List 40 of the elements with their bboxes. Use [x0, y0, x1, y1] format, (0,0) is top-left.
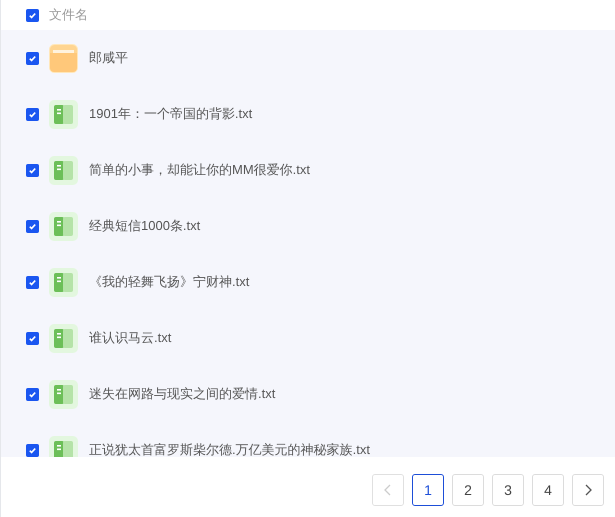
page-button[interactable]: 1	[412, 474, 444, 506]
chevron-left-icon	[383, 484, 393, 496]
page-button[interactable]: 3	[492, 474, 524, 506]
check-icon	[28, 390, 37, 398]
file-name[interactable]: 1901年：一个帝国的背影.txt	[89, 104, 252, 124]
page-button[interactable]: 2	[452, 474, 484, 506]
book-icon	[49, 268, 78, 296]
checkbox[interactable]	[26, 108, 39, 120]
book-icon	[49, 156, 78, 184]
file-name[interactable]: 《我的轻舞飞扬》宁财神.txt	[89, 272, 250, 292]
check-icon	[28, 278, 37, 286]
checkbox[interactable]	[26, 276, 39, 288]
file-name[interactable]: 郎咸平	[89, 48, 128, 68]
column-header: 文件名	[49, 6, 88, 24]
checkbox[interactable]	[26, 220, 39, 232]
file-name[interactable]: 经典短信1000条.txt	[89, 216, 200, 236]
file-name[interactable]: 谁认识马云.txt	[89, 328, 172, 348]
book-icon	[49, 324, 78, 352]
checkbox[interactable]	[26, 388, 39, 400]
file-name[interactable]: 正说犹太首富罗斯柴尔德.万亿美元的神秘家族.txt	[89, 440, 370, 457]
book-icon	[49, 100, 78, 128]
checkbox[interactable]	[26, 332, 39, 344]
checkbox[interactable]	[26, 444, 39, 456]
check-icon	[28, 54, 37, 62]
file-name[interactable]: 迷失在网路与现实之间的爱情.txt	[89, 384, 276, 404]
check-icon	[28, 446, 37, 454]
book-icon	[49, 380, 78, 408]
check-icon	[28, 10, 37, 20]
chevron-right-icon	[583, 484, 593, 496]
file-name[interactable]: 简单的小事，却能让你的MM很爱你.txt	[89, 160, 310, 180]
page-button[interactable]: 4	[532, 474, 564, 506]
check-icon	[28, 334, 37, 342]
check-icon	[28, 222, 37, 230]
checkbox[interactable]	[26, 52, 39, 64]
check-icon	[28, 166, 37, 174]
folder-icon	[49, 44, 78, 72]
book-icon	[49, 212, 78, 240]
checkbox[interactable]	[26, 8, 39, 22]
check-icon	[28, 110, 37, 118]
checkbox[interactable]	[26, 164, 39, 176]
